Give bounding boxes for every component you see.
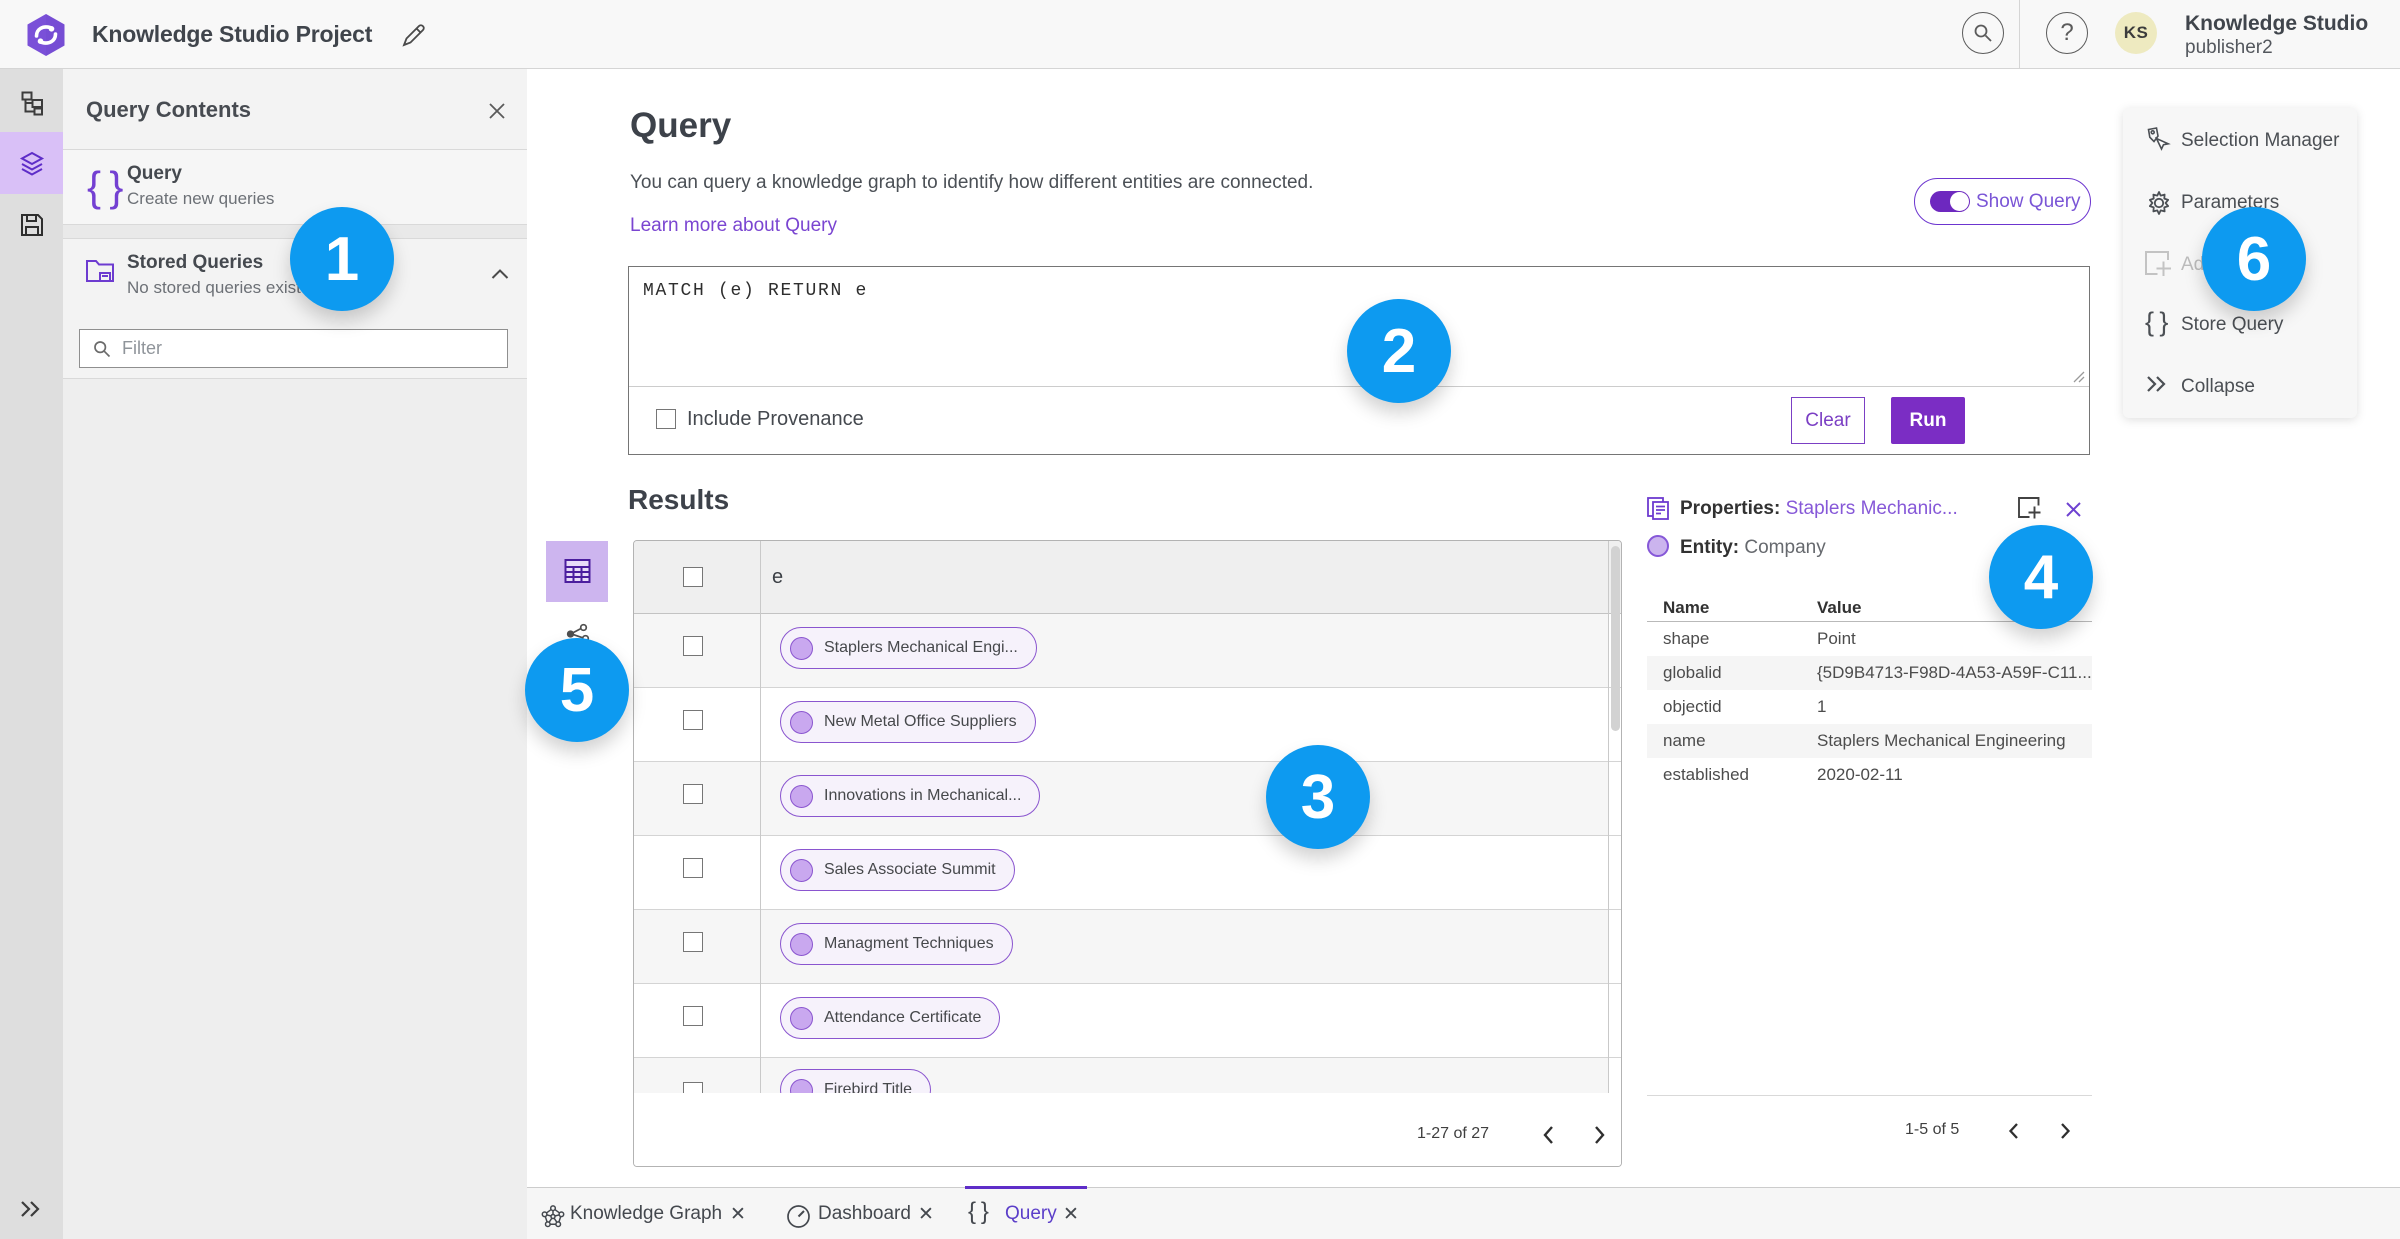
svg-text:{ }: { }	[87, 164, 123, 210]
